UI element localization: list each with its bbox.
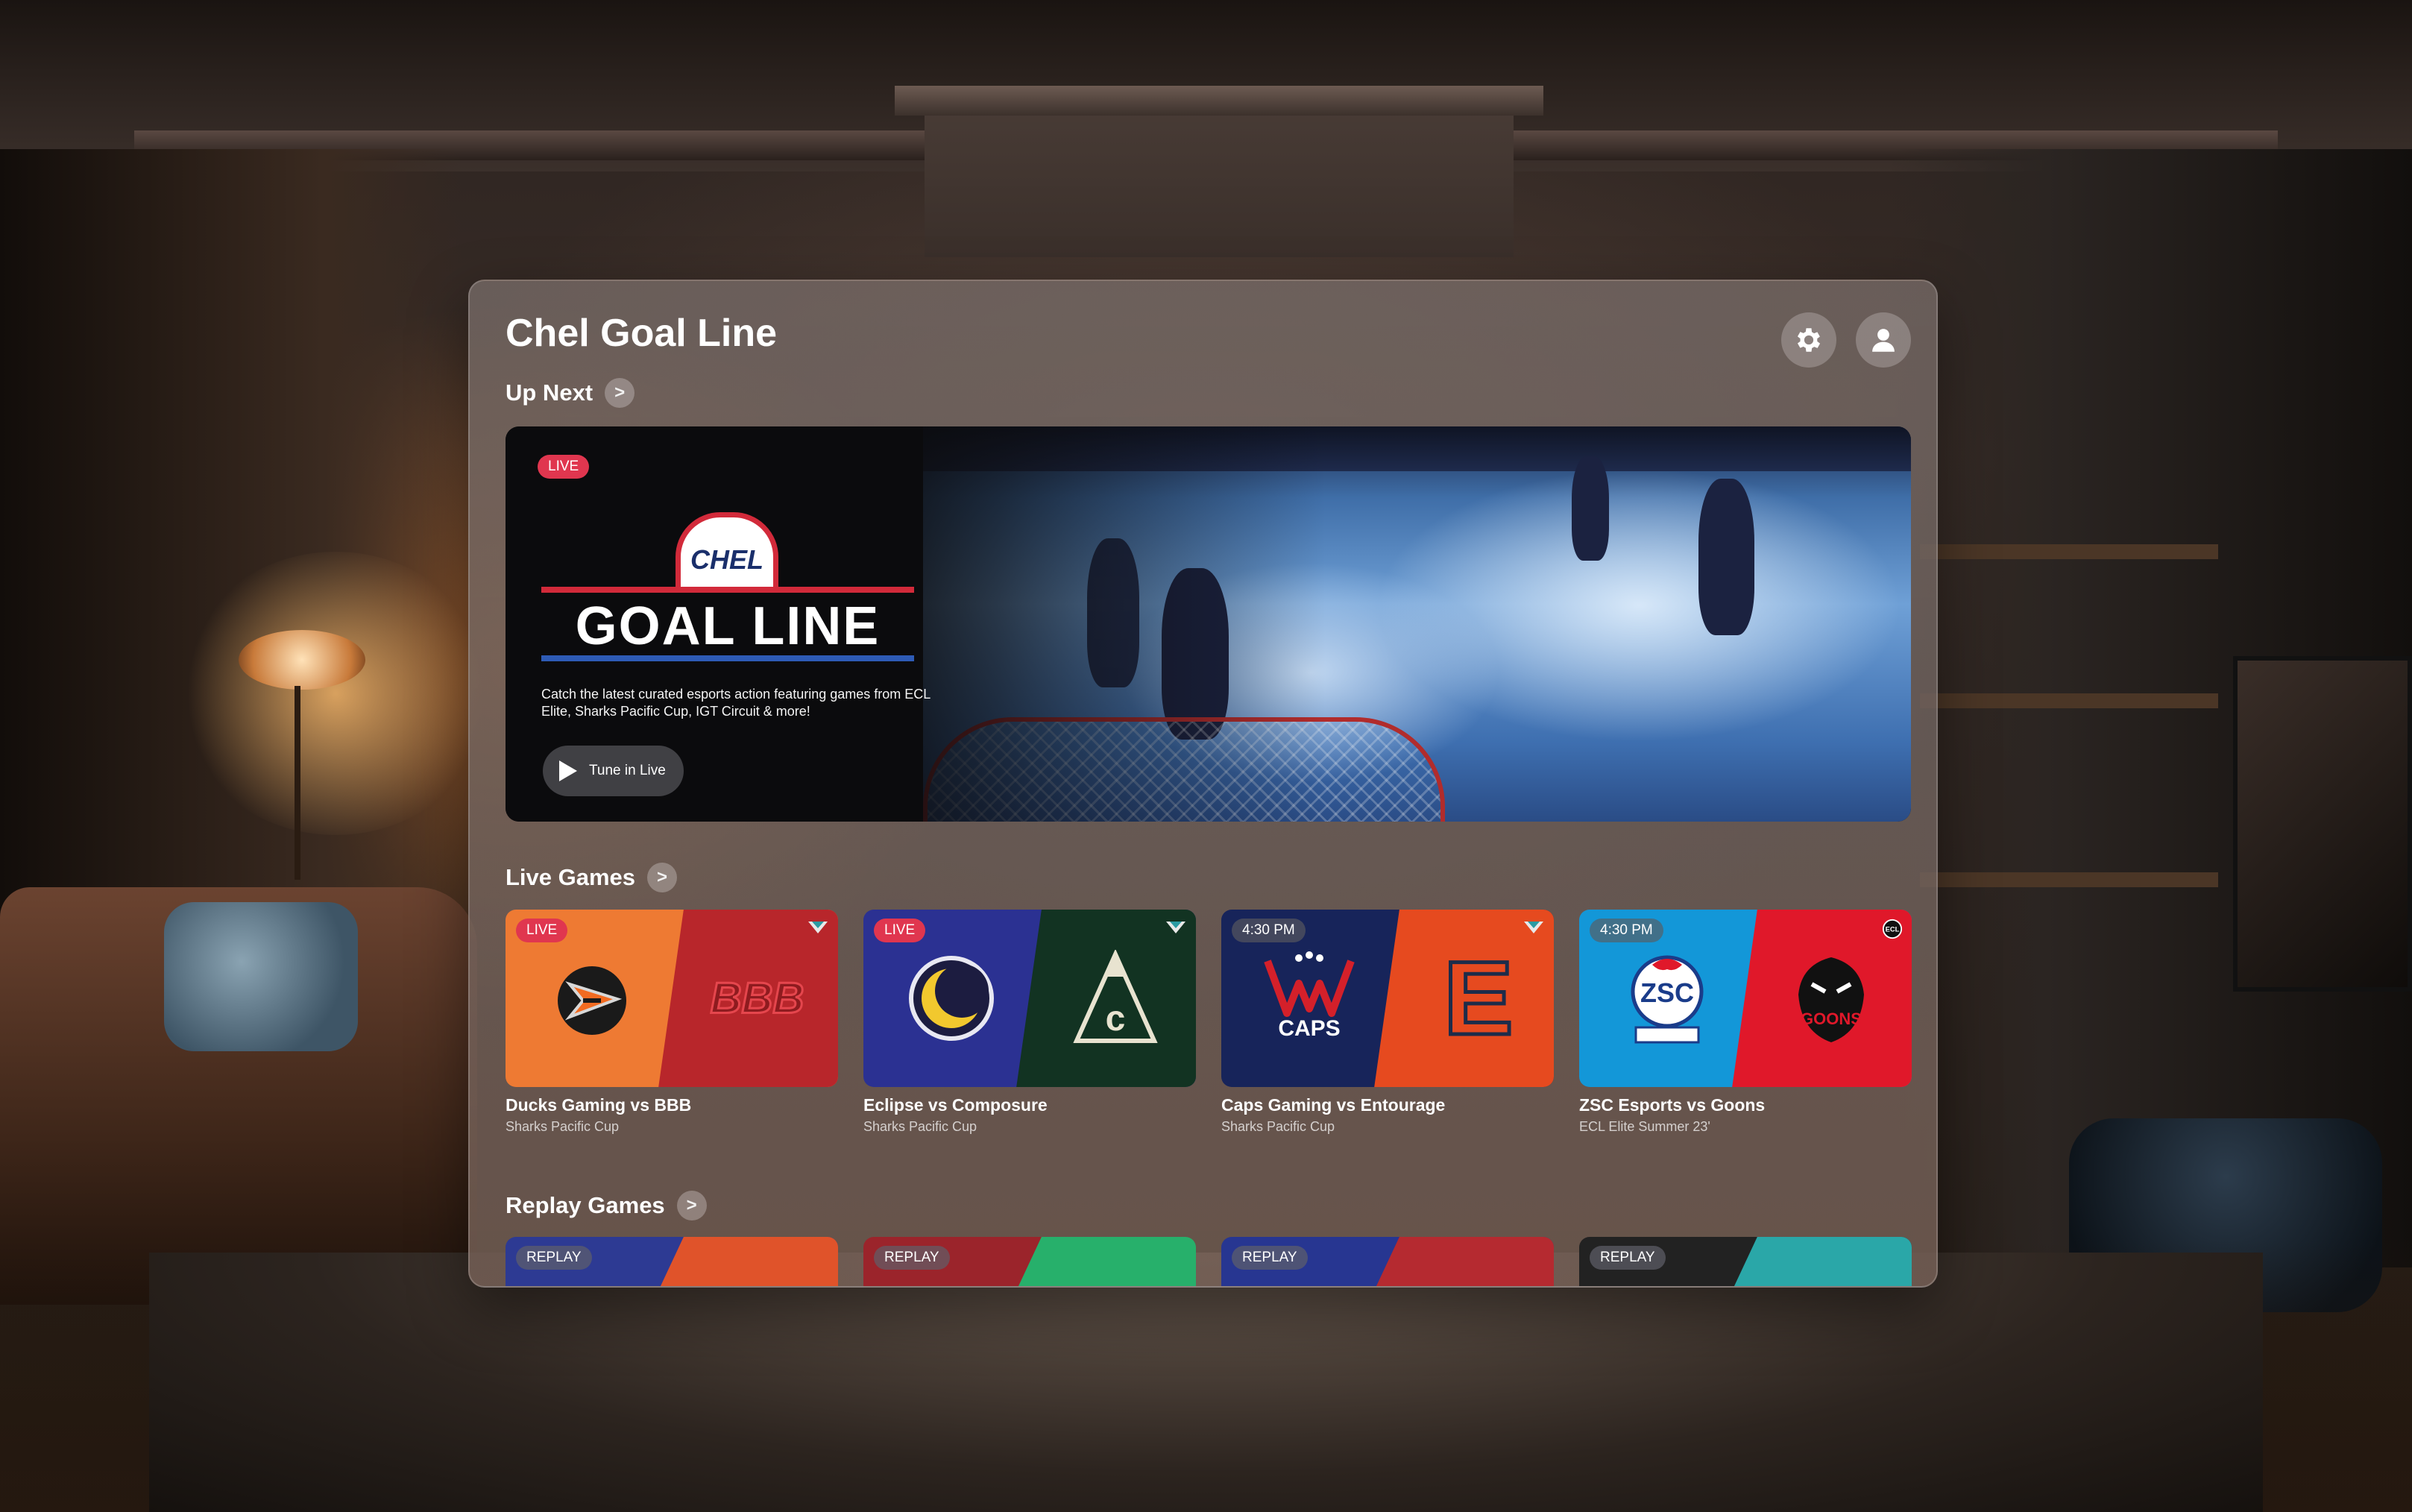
chimney-cap bbox=[895, 86, 1543, 116]
live-games-header[interactable]: Live Games > bbox=[506, 863, 678, 892]
away-team-panel bbox=[658, 1237, 838, 1286]
chevron-right-icon[interactable]: > bbox=[676, 1191, 707, 1220]
time-badge: 4:30 PM bbox=[1232, 919, 1306, 942]
replay-badge: REPLAY bbox=[516, 1246, 592, 1270]
up-next-header[interactable]: Up Next > bbox=[506, 378, 635, 408]
away-team-panel bbox=[1732, 1237, 1912, 1286]
tune-in-label: Tune in Live bbox=[589, 763, 666, 778]
game-card[interactable]: ZSC GOONS ECL 4:30 PM bbox=[1579, 910, 1912, 1087]
gear-icon bbox=[1797, 328, 1821, 352]
live-badge: LIVE bbox=[538, 455, 590, 479]
duck-logo-icon bbox=[558, 966, 626, 1035]
side-tv bbox=[2233, 656, 2412, 992]
replay-badge: REPLAY bbox=[1590, 1246, 1666, 1270]
svg-text:ZSC: ZSC bbox=[1640, 977, 1694, 1008]
sharks-cup-icon bbox=[808, 922, 828, 933]
replay-card[interactable]: REPLAY bbox=[1221, 1237, 1554, 1286]
game-card[interactable]: c LIVE bbox=[863, 910, 1196, 1087]
sharks-cup-icon bbox=[1524, 922, 1543, 933]
replay-badge: REPLAY bbox=[1232, 1246, 1308, 1270]
game-league: Sharks Pacific Cup bbox=[863, 1119, 977, 1134]
live-badge: LIVE bbox=[874, 919, 926, 942]
player-figure bbox=[1698, 479, 1754, 635]
featured-hero[interactable]: LIVE CHEL GOAL LINE Catch the latest cur… bbox=[506, 426, 1911, 822]
hero-description: Catch the latest curated esports action … bbox=[541, 687, 931, 719]
bbb-logo-icon: BBB bbox=[709, 973, 805, 1024]
svg-text:c: c bbox=[1105, 999, 1125, 1039]
rug bbox=[149, 1253, 2263, 1512]
game-card[interactable]: CAPS E 4:30 PM bbox=[1221, 910, 1554, 1087]
replay-card[interactable]: REPLAY bbox=[506, 1237, 838, 1286]
ecl-icon: ECL bbox=[1882, 919, 1903, 939]
goons-logo-icon: GOONS bbox=[1798, 957, 1864, 1042]
caps-logo-icon: CAPS bbox=[1264, 951, 1355, 1041]
svg-text:ECL: ECL bbox=[1886, 926, 1900, 933]
profile-button[interactable] bbox=[1856, 312, 1911, 368]
game-title[interactable]: ZSC Esports vs Goons bbox=[1579, 1095, 1765, 1115]
away-team-panel bbox=[1016, 1237, 1196, 1286]
mountain-logo-icon: c bbox=[1072, 950, 1158, 1043]
right-shelf bbox=[1920, 693, 2218, 708]
app-window: Chel Goal Line Up Next > LIVE CHEL GOAL … bbox=[468, 280, 1938, 1288]
sharks-cup-icon bbox=[1166, 922, 1185, 933]
app-title: Chel Goal Line bbox=[506, 312, 778, 355]
cushion bbox=[164, 902, 358, 1051]
chevron-right-icon[interactable]: > bbox=[647, 863, 678, 892]
replay-card[interactable]: REPLAY bbox=[863, 1237, 1196, 1286]
game-league: Sharks Pacific Cup bbox=[506, 1119, 620, 1134]
game-title[interactable]: Caps Gaming vs Entourage bbox=[1221, 1095, 1445, 1115]
up-next-title: Up Next bbox=[506, 379, 593, 406]
goal-line-wordmark: GOAL LINE bbox=[575, 596, 881, 656]
replay-card[interactable]: REPLAY bbox=[1579, 1237, 1912, 1286]
time-badge: 4:30 PM bbox=[1590, 919, 1663, 942]
right-shelf bbox=[1920, 872, 2218, 887]
live-games-title: Live Games bbox=[506, 864, 636, 890]
away-team-panel: c bbox=[1016, 910, 1196, 1087]
lamp-shade bbox=[239, 630, 365, 690]
right-shelf bbox=[1920, 544, 2218, 559]
logo-stripe bbox=[541, 655, 914, 661]
away-team-panel bbox=[1374, 1237, 1554, 1286]
goal-line-logo: CHEL GOAL LINE bbox=[541, 512, 914, 661]
game-card[interactable]: BBB LIVE bbox=[506, 910, 838, 1087]
play-icon bbox=[559, 760, 577, 781]
moon-logo-icon bbox=[909, 956, 994, 1041]
live-badge: LIVE bbox=[516, 919, 568, 942]
lamp-glow bbox=[179, 552, 492, 835]
chel-wordmark: CHEL bbox=[690, 544, 763, 575]
game-league: Sharks Pacific Cup bbox=[1221, 1119, 1335, 1134]
away-team-panel: E bbox=[1374, 910, 1554, 1087]
player-figure bbox=[1572, 456, 1609, 561]
game-title[interactable]: Eclipse vs Composure bbox=[863, 1095, 1048, 1115]
person-icon bbox=[1872, 329, 1895, 352]
away-team-panel: BBB bbox=[658, 910, 838, 1087]
chel-crest: CHEL bbox=[676, 512, 778, 593]
game-league: ECL Elite Summer 23' bbox=[1579, 1119, 1710, 1134]
svg-text:CAPS: CAPS bbox=[1278, 1016, 1340, 1041]
replay-games-title: Replay Games bbox=[506, 1192, 665, 1218]
lamp-pole bbox=[295, 686, 300, 880]
tune-in-live-button[interactable]: Tune in Live bbox=[543, 746, 684, 796]
settings-button[interactable] bbox=[1781, 312, 1836, 368]
game-title[interactable]: Ducks Gaming vs BBB bbox=[506, 1095, 691, 1115]
replay-games-header[interactable]: Replay Games > bbox=[506, 1191, 707, 1220]
entourage-logo-icon: E bbox=[1442, 938, 1515, 1059]
chevron-right-icon[interactable]: > bbox=[605, 378, 635, 408]
svg-text:GOONS: GOONS bbox=[1801, 1009, 1862, 1028]
zsc-logo-icon: ZSC bbox=[1631, 955, 1704, 1044]
replay-badge: REPLAY bbox=[874, 1246, 950, 1270]
logo-stripe bbox=[541, 587, 914, 593]
